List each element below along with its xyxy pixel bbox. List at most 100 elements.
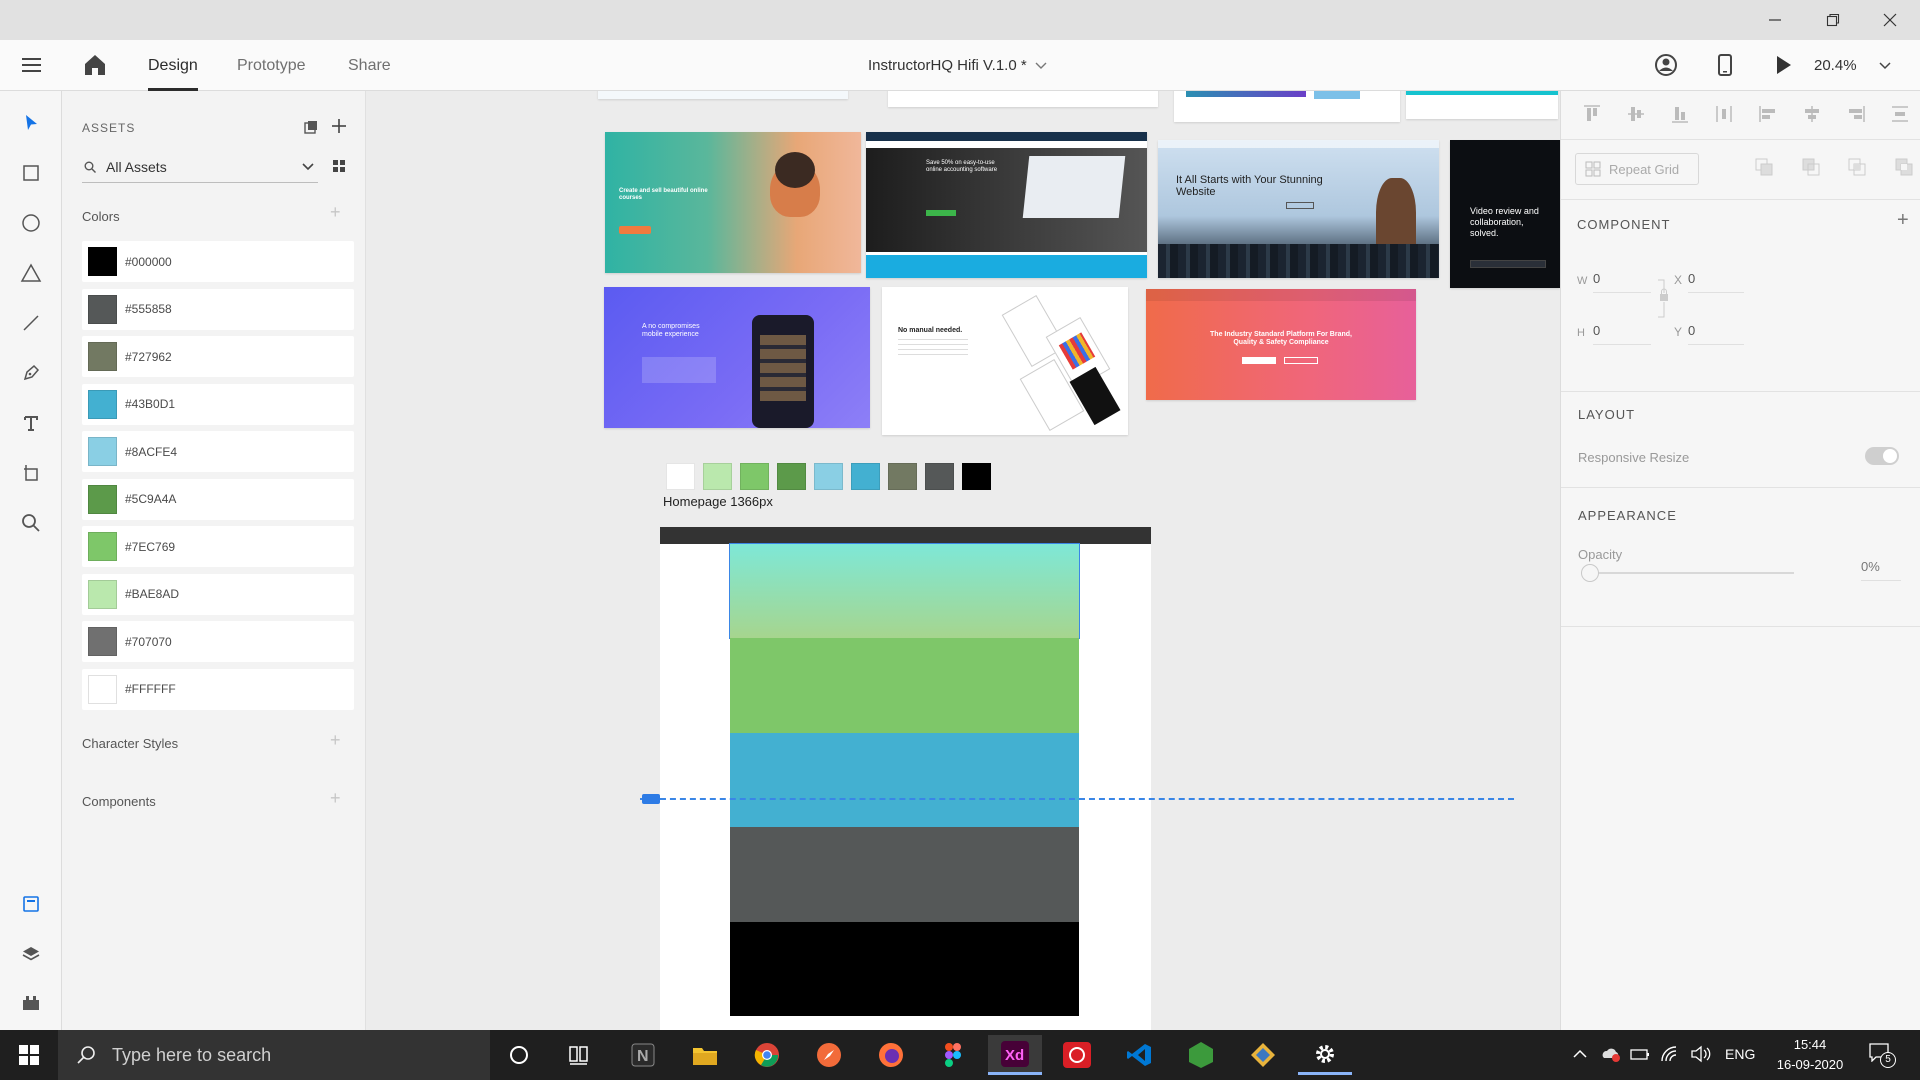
artboard-band[interactable] [730,921,1079,1016]
tab-design[interactable]: Design [148,40,198,91]
preview-play-button[interactable] [1771,53,1795,77]
palette-swatch[interactable] [925,463,954,490]
artboard-band[interactable] [730,732,1079,828]
zoom-tool[interactable] [14,506,48,540]
x-input[interactable]: 0 [1688,271,1744,293]
add-component-button[interactable]: + [330,788,341,809]
plugins-panel-button[interactable] [14,986,48,1020]
boolean-intersect-icon[interactable] [1847,157,1867,177]
pen-tool[interactable] [14,356,48,390]
line-tool[interactable] [14,306,48,340]
cortana-button[interactable] [492,1035,546,1075]
task-view-button[interactable] [552,1035,606,1075]
hamburger-menu-button[interactable] [20,55,44,75]
opacity-slider-track[interactable] [1581,572,1794,574]
artboard-thumb-wix[interactable]: It All Starts with Your Stunning Website [1158,140,1439,278]
minimize-button[interactable] [1763,8,1787,32]
palette-swatch[interactable] [777,463,806,490]
add-color-button[interactable]: + [330,202,341,223]
width-input[interactable]: 0 [1593,271,1651,293]
add-component-plus[interactable]: + [1897,209,1909,232]
opacity-slider-thumb[interactable] [1581,564,1599,582]
restore-button[interactable] [1821,8,1845,32]
color-swatch-row[interactable]: #5C9A4A [82,478,354,520]
tab-share[interactable]: Share [348,40,391,91]
repeat-grid-button[interactable]: Repeat Grid [1575,153,1699,185]
palette-swatch[interactable] [962,463,991,490]
nodejs-button[interactable] [1174,1035,1228,1075]
notion-app-button[interactable]: N [616,1035,670,1075]
device-preview-button[interactable] [1713,53,1737,77]
artboard-thumb-manual[interactable]: No manual needed. [882,287,1128,435]
align-top-icon[interactable] [1581,103,1603,125]
artboard-band[interactable] [730,638,1079,733]
distribute-horizontal-icon[interactable] [1889,103,1911,125]
palette-swatch[interactable] [740,463,769,490]
boolean-add-icon[interactable] [1754,157,1774,177]
vscode-button[interactable] [1112,1035,1166,1075]
responsive-resize-toggle[interactable] [1865,447,1899,465]
artboard-thumb-white[interactable] [888,91,1158,107]
home-button[interactable] [82,53,108,77]
creative-cloud-button[interactable] [1050,1035,1104,1075]
boolean-exclude-icon[interactable] [1894,157,1914,177]
share-account-button[interactable] [1654,53,1678,77]
align-left-icon[interactable] [1757,103,1779,125]
layers-panel-button[interactable] [14,937,48,971]
grid-view-button[interactable] [332,159,346,173]
opacity-input[interactable]: 0% [1861,559,1901,581]
artboard-name-label[interactable]: Homepage 1366px [663,494,773,509]
gitkraken-button[interactable] [1236,1035,1290,1075]
distribute-vertical-icon[interactable] [1713,103,1735,125]
ellipse-tool[interactable] [14,206,48,240]
artboard-thumb-mobile[interactable]: A no compromises mobile experience [604,287,870,428]
chrome-button[interactable] [740,1035,794,1075]
align-middle-icon[interactable] [1625,103,1647,125]
align-right-icon[interactable] [1845,103,1867,125]
text-tool[interactable] [14,406,48,440]
artboard-thumb-teal[interactable] [1406,91,1558,119]
document-title-dropdown[interactable]: InstructorHQ Hifi V.1.0 * [868,40,1047,91]
adobe-xd-button[interactable]: Xd [988,1035,1042,1075]
artboard-band[interactable] [729,542,1080,640]
palette-swatch[interactable] [851,463,880,490]
open-library-button[interactable] [304,120,318,134]
add-asset-button[interactable] [332,119,346,133]
color-swatch-row[interactable]: #555858 [82,288,354,330]
guide-handle[interactable] [642,794,660,804]
color-swatch-row[interactable]: #707070 [82,621,354,662]
assets-panel-button[interactable] [14,887,48,921]
palette-swatch[interactable] [888,463,917,490]
volume-tray-icon[interactable] [1690,1045,1712,1063]
color-swatch-row[interactable]: #BAE8AD [82,573,354,615]
artboard-thumb-video[interactable]: Video review and collaboration, solved. [1450,140,1560,288]
artboard-thumb-gradient[interactable] [1174,91,1400,122]
rectangle-tool[interactable] [14,156,48,190]
align-center-icon[interactable] [1801,103,1823,125]
ruler-guide[interactable] [640,798,1514,800]
file-explorer-button[interactable] [678,1035,732,1075]
artboard-thumb-compliance[interactable]: The Industry Standard Platform For Brand… [1146,289,1416,400]
color-swatch-row[interactable]: #000000 [82,241,354,282]
input-language-indicator[interactable]: ENG [1725,1046,1755,1062]
height-input[interactable]: 0 [1593,323,1651,345]
color-swatch-row[interactable]: #727962 [82,336,354,377]
palette-swatch[interactable] [814,463,843,490]
close-button[interactable] [1878,8,1902,32]
palette-swatch[interactable] [703,463,732,490]
safari-button[interactable] [802,1035,856,1075]
assets-filter-dropdown[interactable]: All Assets [82,151,318,183]
action-center-button[interactable]: 5 [1868,1042,1898,1070]
artboard-band[interactable] [730,827,1079,922]
artboard-homepage[interactable] [660,527,1151,1030]
lock-aspect-button[interactable] [1658,279,1670,319]
tab-prototype[interactable]: Prototype [237,40,305,91]
color-swatch-row[interactable]: #7EC769 [82,526,354,567]
show-hidden-icons-button[interactable] [1572,1046,1588,1062]
taskbar-search-box[interactable]: Type here to search [58,1030,490,1080]
color-swatch-row[interactable]: #FFFFFF [82,668,354,710]
artboard-tool[interactable] [14,456,48,490]
color-swatch-row[interactable]: #43B0D1 [82,383,354,425]
clock[interactable]: 15:44 16-09-2020 [1770,1035,1850,1075]
polygon-tool[interactable] [14,256,48,290]
